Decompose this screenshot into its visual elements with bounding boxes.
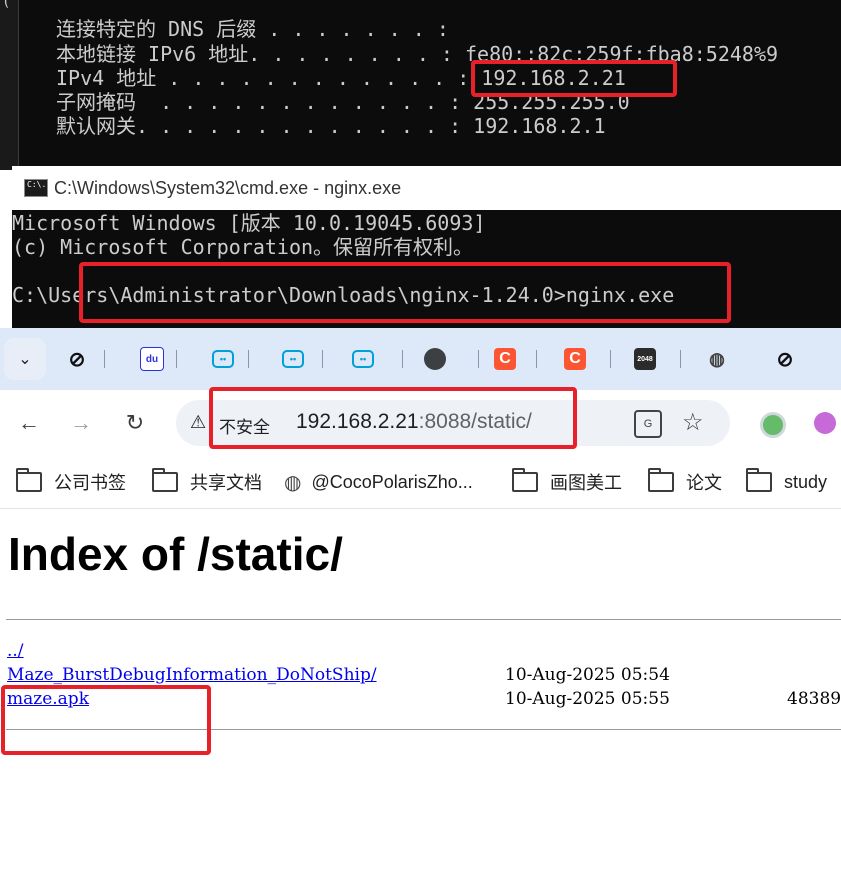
entry-date: 10-Aug-2025 05:54	[505, 665, 670, 685]
bookmark-label: 论文	[686, 473, 722, 493]
bookmark-cocopolaris[interactable]: ◍ @CocoPolarisZho...	[284, 470, 473, 494]
noentry-icon: ⊘	[776, 348, 794, 371]
tab-1[interactable]: ⊘	[66, 344, 105, 374]
folder-icon	[648, 468, 674, 492]
tab-4[interactable]: ••	[282, 344, 323, 374]
bookmark-company[interactable]: 公司书签	[16, 468, 126, 494]
bookmark-label: study	[784, 471, 828, 492]
tab-separator	[536, 350, 537, 368]
maze-debug-folder-link[interactable]: Maze_BurstDebugInformation_DoNotShip/	[7, 665, 377, 685]
entry-size: 483891	[787, 689, 841, 709]
bookmark-label: 共享文档	[190, 473, 262, 493]
bookmark-papers[interactable]: 论文	[648, 468, 722, 494]
tab-6[interactable]	[424, 344, 479, 374]
folder-icon	[16, 468, 42, 492]
tab-separator	[248, 350, 249, 368]
extension-brain-icon[interactable]	[814, 412, 836, 434]
ipconfig-gateway-line: 默认网关. . . . . . . . . . . . . : 192.168.…	[56, 114, 606, 138]
folder-icon	[746, 468, 772, 492]
globe-icon: ◍	[709, 348, 725, 369]
bookmark-label: 画图美工	[550, 473, 622, 493]
tab-separator	[610, 350, 611, 368]
tab-separator	[176, 350, 177, 368]
bookmark-drawing[interactable]: 画图美工	[512, 468, 622, 494]
ipconfig-terminal: ( 连接特定的 DNS 后缀 . . . . . . . : 本地链接 IPv6…	[0, 0, 841, 170]
page-title: Index of /static/	[8, 528, 343, 580]
cmd-icon: C:\.	[24, 179, 48, 197]
globe-icon: ◍	[284, 471, 302, 494]
nginx-cmd-titlebar[interactable]: C:\. C:\Windows\System32\cmd.exe - nginx…	[12, 166, 841, 210]
chevron-down-icon: ⌄	[18, 351, 32, 368]
bilibili-icon: ••	[212, 350, 234, 368]
tab-strip: ⌄ ⊘ du •• •• •• C C 2048 ◍ ⊘	[0, 328, 841, 390]
warning-triangle-icon: ⚠	[190, 412, 207, 432]
bookmark-label: 公司书签	[54, 473, 126, 493]
highlight-url	[209, 387, 577, 449]
circle-icon	[424, 348, 446, 370]
cmd-version-line: Microsoft Windows [版本 10.0.19045.6093]	[12, 211, 486, 235]
tab-3[interactable]: ••	[212, 344, 249, 374]
tab-8[interactable]: C	[564, 344, 611, 374]
tab-separator	[104, 350, 105, 368]
noentry-icon: ⊘	[68, 348, 86, 371]
entry-date: 10-Aug-2025 05:55	[505, 689, 670, 709]
cmd-copyright-line: (c) Microsoft Corporation。保留所有权利。	[12, 235, 474, 259]
tab-separator	[478, 350, 479, 368]
extension-green-icon[interactable]	[760, 412, 786, 438]
tab-separator	[322, 350, 323, 368]
translate-icon[interactable]: G	[634, 410, 662, 438]
csdn-icon: C	[494, 348, 516, 370]
bookmarks-bar: 公司书签 共享文档 ◍ @CocoPolarisZho... 画图美工 论文 s…	[0, 456, 841, 509]
bookmark-star-icon[interactable]: ☆	[682, 408, 704, 437]
terminal-left-edge	[0, 0, 19, 170]
highlight-maze-apk	[1, 685, 211, 755]
nginx-cmd-title: C:\Windows\System32\cmd.exe - nginx.exe	[54, 177, 402, 198]
tab-2[interactable]: du	[140, 344, 177, 374]
parent-directory-link[interactable]: ../	[7, 641, 24, 661]
highlight-nginx-command	[79, 262, 731, 323]
bilibili-icon: ••	[282, 350, 304, 368]
terminal-edge-char: (	[2, 0, 11, 10]
tab-separator	[402, 350, 403, 368]
folder-icon	[152, 468, 178, 492]
bilibili-icon: ••	[352, 350, 374, 368]
tab-5[interactable]: ••	[352, 344, 403, 374]
tab-9[interactable]: 2048	[634, 344, 681, 374]
tab-10[interactable]: ◍	[706, 344, 728, 374]
tab-separator	[680, 350, 681, 368]
reload-icon[interactable]: ↻	[120, 408, 150, 438]
tab-search-button[interactable]: ⌄	[4, 338, 46, 380]
divider	[6, 619, 841, 620]
highlight-ipv4	[471, 60, 677, 97]
folder-icon	[512, 468, 538, 492]
tab-7[interactable]: C	[494, 344, 537, 374]
game-2048-icon: 2048	[634, 348, 656, 370]
baidu-icon: du	[140, 347, 164, 371]
bookmark-label: @CocoPolarisZho...	[311, 471, 473, 492]
csdn-icon: C	[564, 348, 586, 370]
ipconfig-dns-suffix-line: 连接特定的 DNS 后缀 . . . . . . . :	[56, 17, 449, 41]
back-arrow-icon[interactable]: ←	[14, 408, 44, 438]
bookmark-study[interactable]: study	[746, 468, 828, 494]
tab-11[interactable]: ⊘	[774, 344, 796, 374]
forward-arrow-icon[interactable]: →	[66, 408, 96, 438]
bookmark-shared-docs[interactable]: 共享文档	[152, 468, 262, 494]
